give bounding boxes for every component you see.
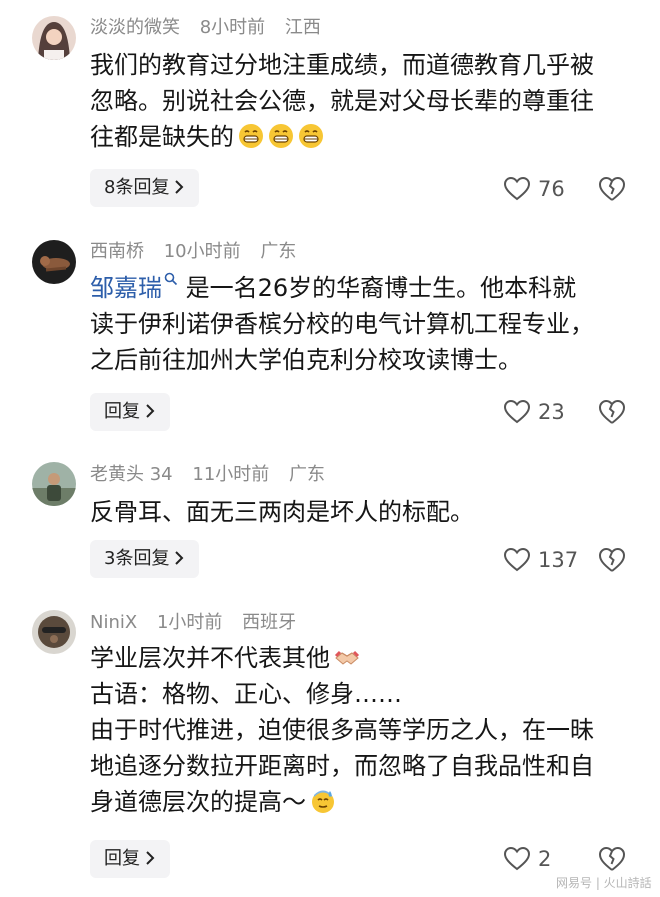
comment-meta: 老黄头 34 11小时前 广东 <box>90 463 339 487</box>
comment-text: 学业层次并不代表其他 古语：格物、正心、修身…… 由于时代推进，迫使很多高等学历… <box>90 644 594 816</box>
like-button[interactable]: 76 <box>504 174 565 204</box>
comment-text: 反骨耳、面无三两肉是坏人的标配。 <box>90 498 474 526</box>
chevron-right-icon <box>146 851 155 865</box>
user-avatar[interactable] <box>32 16 76 60</box>
location: 西班牙 <box>242 612 297 633</box>
broken-heart-icon[interactable] <box>598 176 626 202</box>
reply-button[interactable]: 回复 <box>90 840 170 878</box>
chevron-right-icon <box>175 551 184 565</box>
sweat-smile-emoji <box>312 790 334 813</box>
user-avatar[interactable] <box>32 462 76 506</box>
like-button[interactable]: 23 <box>504 397 565 427</box>
view-replies-button[interactable]: 3条回复 <box>90 540 200 578</box>
reply-button[interactable]: 回复 <box>90 393 170 431</box>
timestamp: 1小时前 <box>156 612 223 633</box>
watermark: 网易号 | 火山詩話 <box>556 876 652 890</box>
timestamp: 8小时前 <box>199 17 266 38</box>
heart-icon <box>504 548 530 572</box>
chevron-right-icon <box>175 180 184 194</box>
like-count: 23 <box>538 400 565 424</box>
comment-meta: 淡淡的微笑 8小时前 江西 <box>90 16 335 40</box>
timestamp: 10小时前 <box>163 241 241 262</box>
like-count: 2 <box>538 847 552 871</box>
grinning-emoji <box>299 124 323 148</box>
username[interactable]: 西南桥 <box>90 241 144 262</box>
user-avatar[interactable] <box>32 610 76 654</box>
username[interactable]: 老黄头 34 <box>90 464 173 485</box>
location: 广东 <box>260 241 297 262</box>
mention-link[interactable]: 邹嘉瑞 <box>90 274 162 302</box>
location: 广东 <box>289 464 326 485</box>
comment-text: 邹嘉瑞 是一名26岁的华裔博士生。他本科就 读于伊利诺伊香槟分校的电气计算机工程… <box>90 272 594 374</box>
broken-heart-icon[interactable] <box>598 547 626 573</box>
grinning-emoji <box>239 124 263 148</box>
chevron-right-icon <box>146 404 155 418</box>
like-button[interactable]: 2 <box>504 844 551 874</box>
comment-meta: NiniX 1小时前 西班牙 <box>90 611 310 635</box>
broken-heart-icon[interactable] <box>598 846 626 872</box>
username[interactable]: NiniX <box>90 612 137 633</box>
like-button[interactable]: 137 <box>504 545 578 575</box>
broken-heart-icon[interactable] <box>598 399 626 425</box>
like-count: 76 <box>538 177 565 201</box>
location: 江西 <box>284 17 321 38</box>
heart-icon <box>504 400 530 424</box>
heart-icon <box>504 847 530 871</box>
username[interactable]: 淡淡的微笑 <box>90 17 180 38</box>
view-replies-button[interactable]: 8条回复 <box>90 169 200 207</box>
search-icon[interactable] <box>164 272 178 286</box>
handshake-emoji <box>334 650 360 665</box>
grinning-emoji <box>269 124 293 148</box>
user-avatar[interactable] <box>32 240 76 284</box>
like-count: 137 <box>538 548 579 572</box>
heart-icon <box>504 177 530 201</box>
comment-meta: 西南桥 10小时前 广东 <box>90 240 310 264</box>
comment-text: 我们的教育过分地注重成绩，而道德教育几乎被 忽略。别说社会公德，就是对父母长辈的… <box>90 51 594 151</box>
timestamp: 11小时前 <box>192 464 270 485</box>
